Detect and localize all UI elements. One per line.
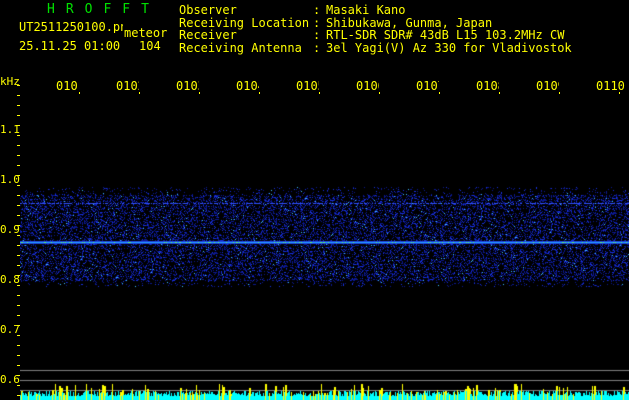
field-value: Shibukawa, Gunma, Japan — [326, 15, 493, 30]
x-tick-mark — [559, 92, 560, 94]
x-tick-label: 0108 — [476, 80, 499, 92]
unit-label: kHz — [0, 75, 20, 88]
filename: UT2511250100.png — [19, 21, 123, 33]
datetime: 25.11.25 01:00 — [19, 39, 121, 53]
x-tick-label: 0104 — [236, 80, 259, 92]
x-tick-mark — [619, 92, 620, 94]
field-value: RTL-SDR SDR# 43dB L15 103.2MHz CW — [326, 28, 565, 42]
field-label: Observer — [179, 3, 237, 17]
spectrogram — [20, 95, 629, 400]
x-tick-label: 0106 — [356, 80, 379, 92]
x-tick-label: 0103 — [176, 80, 199, 92]
field-value: Masaki Kano — [326, 3, 406, 17]
x-tick-mark — [199, 92, 200, 94]
brand-title: HROFFT — [47, 2, 160, 17]
meteor-count: 104 — [139, 39, 161, 53]
field-label: Receiving Location — [179, 15, 310, 30]
x-tick-mark — [499, 92, 500, 94]
x-tick-label: 0105 — [296, 80, 319, 92]
y-tick-mark — [17, 85, 20, 86]
x-tick-mark — [379, 92, 380, 94]
field-colon: : — [313, 15, 321, 30]
x-tick-mark — [439, 92, 440, 94]
x-tick-label: 0109 — [536, 80, 559, 92]
field-colon: : — [313, 40, 321, 55]
x-tick-mark — [319, 92, 320, 94]
x-tick-mark — [259, 92, 260, 94]
x-tick-label: 0107 — [416, 80, 439, 92]
type-label: meteor — [124, 26, 168, 40]
field-label: Receiver — [179, 28, 237, 42]
x-tick-mark — [139, 92, 140, 94]
x-tick-label: 0110 — [596, 80, 625, 92]
field-colon: : — [313, 3, 321, 17]
field-label: Receiving Antenna — [179, 40, 302, 55]
x-tick-mark — [79, 92, 80, 94]
field-colon: : — [313, 28, 321, 42]
field-value: 3el Yagi(V) Az 330 for Vladivostok — [326, 40, 572, 55]
x-tick-label: 0101 — [56, 80, 79, 92]
x-tick-label: 0102 — [116, 80, 139, 92]
